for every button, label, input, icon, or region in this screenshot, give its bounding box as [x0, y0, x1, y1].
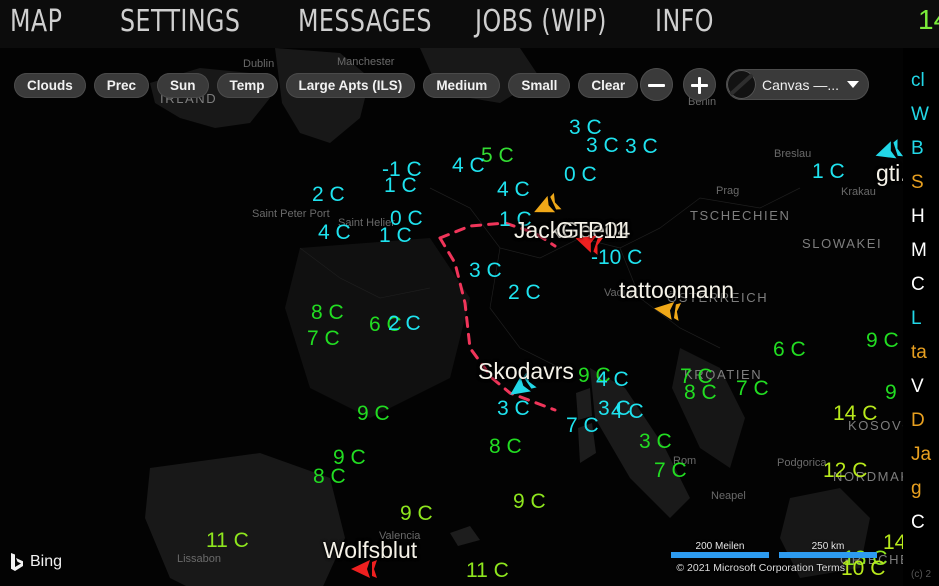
player-list-item[interactable]: Ja — [911, 444, 931, 466]
zoom-out-button[interactable] — [639, 68, 673, 101]
layer-button-large-apts[interactable]: Large Apts (ILS) — [285, 73, 416, 98]
layer-button-prec[interactable]: Prec — [93, 73, 150, 98]
player-list-item[interactable]: ta — [911, 342, 927, 364]
nav-item-map[interactable]: MAP — [10, 4, 62, 39]
player-list-item[interactable]: V — [911, 376, 924, 398]
layer-button-small[interactable]: Small — [508, 73, 571, 98]
bing-glyph-icon — [11, 553, 23, 571]
flight-map-app: MAP SETTINGS MESSAGES JOBS (WIP) INFO 14 — [0, 0, 939, 586]
layer-button-clear[interactable]: Clear — [578, 73, 639, 98]
player-list-item[interactable]: D — [911, 410, 925, 432]
scale-km: 250 km — [779, 541, 877, 558]
bing-logo[interactable]: Bing — [10, 552, 62, 572]
scale-miles-label: 200 Meilen — [695, 541, 745, 552]
player-list-item[interactable]: H — [911, 206, 925, 228]
globe-icon — [726, 70, 756, 99]
map-controls: Canvas —... — [639, 68, 869, 101]
player-list-item[interactable]: L — [911, 308, 922, 330]
player-list-item[interactable]: cl — [911, 70, 925, 92]
player-list-item[interactable]: B — [911, 138, 924, 160]
scale-miles: 200 Meilen — [671, 541, 769, 558]
player-list-item[interactable]: S — [911, 172, 924, 194]
player-list-item[interactable]: C — [911, 274, 925, 296]
scale-miles-line — [671, 552, 769, 558]
player-list-item[interactable]: g — [911, 478, 922, 500]
player-list-item[interactable]: C — [911, 512, 925, 534]
online-count-badge: 14 — [918, 4, 939, 35]
nav-item-info[interactable]: INFO — [655, 4, 714, 39]
nav-item-jobs[interactable]: JOBS (WIP) — [475, 4, 607, 39]
player-list-panel[interactable]: cl W B S H M C L ta V D Ja g C (c) 2 — [903, 48, 939, 586]
basemap-graphic — [0, 48, 903, 586]
layer-button-medium[interactable]: Medium — [423, 73, 501, 98]
scale-km-label: 250 km — [811, 541, 845, 552]
map-canvas[interactable]: Dublin Manchester IRLAND Berlin Breslau … — [0, 48, 903, 586]
chevron-down-icon[interactable] — [847, 81, 859, 88]
layer-button-clouds[interactable]: Clouds — [14, 73, 86, 98]
player-list-item[interactable]: M — [911, 240, 927, 262]
bing-logo-text: Bing — [30, 553, 63, 570]
layer-toolbar: Clouds Prec Sun Temp Large Apts (ILS) Me… — [14, 73, 639, 98]
layer-button-sun[interactable]: Sun — [157, 73, 209, 98]
panel-copyright: (c) 2 — [911, 569, 931, 580]
map-style-label: Canvas —... — [761, 76, 839, 93]
layer-button-temp[interactable]: Temp — [216, 73, 278, 98]
top-navigation-bar: MAP SETTINGS MESSAGES JOBS (WIP) INFO 14 — [0, 0, 939, 48]
map-attribution[interactable]: © 2021 Microsoft Corporation Terms — [676, 562, 845, 574]
map-style-dropdown[interactable]: Canvas —... — [725, 69, 869, 100]
nav-item-settings[interactable]: SETTINGS — [120, 4, 240, 39]
player-list-item[interactable]: W — [911, 104, 929, 126]
scale-km-line — [779, 552, 877, 558]
nav-item-messages[interactable]: MESSAGES — [298, 4, 432, 39]
map-scale-bar: 200 Meilen 250 km — [671, 541, 877, 558]
zoom-in-button[interactable] — [682, 68, 716, 101]
